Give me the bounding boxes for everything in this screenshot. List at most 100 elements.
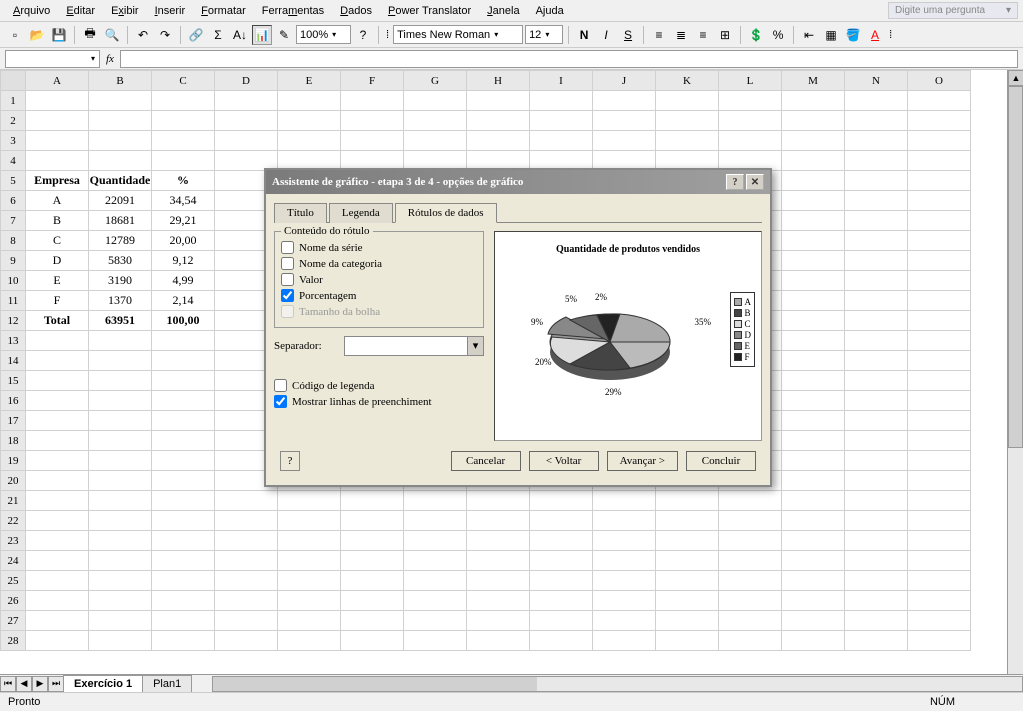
row-header[interactable]: 2 [1,111,26,131]
cell[interactable] [26,431,89,451]
row-header[interactable]: 13 [1,331,26,351]
checkbox-valor[interactable] [281,273,294,286]
cell[interactable] [341,631,404,651]
cell[interactable] [845,271,908,291]
cell[interactable] [26,531,89,551]
cell[interactable] [26,331,89,351]
cell[interactable] [278,491,341,511]
cell[interactable] [719,631,782,651]
cell[interactable] [89,571,152,591]
row-header[interactable]: 28 [1,631,26,651]
name-box[interactable]: ▾ [5,50,100,68]
cell[interactable] [530,551,593,571]
cell[interactable] [26,371,89,391]
cell[interactable] [719,591,782,611]
cell[interactable] [404,631,467,651]
checkbox-linhas-preenchimento[interactable] [274,395,287,408]
cell[interactable]: A [26,191,89,211]
cell[interactable] [719,511,782,531]
cell[interactable] [908,411,971,431]
col-header[interactable]: D [215,71,278,91]
menu-arquivo[interactable]: Arquivo [5,2,58,20]
fill-color-icon[interactable]: 🪣 [843,25,863,45]
cell[interactable] [845,371,908,391]
row-header[interactable]: 14 [1,351,26,371]
col-header[interactable]: H [467,71,530,91]
cell[interactable] [782,231,845,251]
percent-icon[interactable]: % [768,25,788,45]
cell[interactable] [782,451,845,471]
cell[interactable] [26,631,89,651]
cell[interactable] [89,331,152,351]
menu-ajuda[interactable]: Ajuda [528,2,572,20]
font-select[interactable]: Times New Roman▾ [393,25,523,44]
cell[interactable] [89,511,152,531]
cell[interactable] [26,491,89,511]
tab-prev-icon[interactable]: ◀ [16,676,32,692]
cell[interactable] [593,531,656,551]
cell[interactable] [278,571,341,591]
cell[interactable]: Total [26,311,89,331]
cell[interactable] [26,511,89,531]
cell[interactable] [278,511,341,531]
row-header[interactable]: 15 [1,371,26,391]
cell[interactable] [908,591,971,611]
cell[interactable] [782,351,845,371]
cell[interactable] [845,571,908,591]
cell[interactable]: 5830 [89,251,152,271]
cell[interactable] [656,571,719,591]
cell[interactable] [89,111,152,131]
cell[interactable] [782,91,845,111]
cell[interactable]: 2,14 [152,291,215,311]
cell[interactable] [845,511,908,531]
cell[interactable] [782,291,845,311]
row-header[interactable]: 27 [1,611,26,631]
cell[interactable] [719,131,782,151]
scroll-up-icon[interactable]: ▲ [1008,70,1023,86]
cell[interactable] [89,391,152,411]
cell[interactable]: 100,00 [152,311,215,331]
cell[interactable] [782,391,845,411]
tab-rotulos[interactable]: Rótulos de dados [395,203,497,223]
cell[interactable]: C [26,231,89,251]
row-header[interactable]: 24 [1,551,26,571]
cell[interactable] [719,611,782,631]
cell[interactable] [908,611,971,631]
cell[interactable]: B [26,211,89,231]
cell[interactable] [593,91,656,111]
cell[interactable] [656,111,719,131]
cell[interactable] [467,551,530,571]
cancel-button[interactable]: Cancelar [451,451,521,471]
cell[interactable] [908,211,971,231]
cell[interactable] [215,611,278,631]
autosum-icon[interactable]: Σ [208,25,228,45]
cell[interactable] [152,331,215,351]
cell[interactable] [530,111,593,131]
chart-wizard-icon[interactable]: 📊 [252,25,272,45]
cell[interactable] [467,611,530,631]
cell[interactable] [845,631,908,651]
cell[interactable] [782,631,845,651]
cell[interactable] [593,511,656,531]
separador-select[interactable]: ▾ [344,336,484,356]
cell[interactable] [278,611,341,631]
cell[interactable] [89,91,152,111]
close-icon[interactable]: ✕ [746,174,764,190]
cell[interactable] [215,491,278,511]
cell[interactable] [89,531,152,551]
cell[interactable] [908,551,971,571]
menu-exibir[interactable]: Exibir [103,2,147,20]
vertical-scrollbar[interactable]: ▲ [1007,70,1023,674]
cell[interactable] [593,571,656,591]
cell[interactable]: 20,00 [152,231,215,251]
cell[interactable] [152,571,215,591]
cell[interactable] [215,551,278,571]
menu-inserir[interactable]: Inserir [147,2,194,20]
formula-bar[interactable] [120,50,1018,68]
cell[interactable] [845,291,908,311]
cell[interactable] [845,331,908,351]
row-header[interactable]: 6 [1,191,26,211]
cell[interactable] [908,91,971,111]
cell[interactable] [845,411,908,431]
cell[interactable] [152,511,215,531]
